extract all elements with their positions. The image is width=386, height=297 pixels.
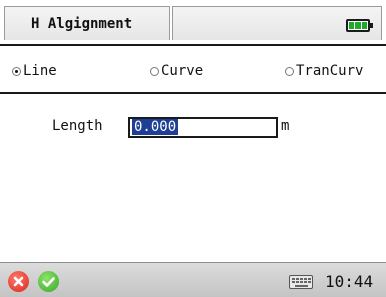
clock: 10:44: [325, 272, 374, 291]
battery-cell: [355, 22, 361, 29]
taskbar: 10:44: [0, 262, 386, 297]
screen: H Algignment Line Curve TranCurv Length …: [0, 0, 386, 297]
ok-check-icon[interactable]: [38, 271, 59, 292]
title-tab: H Algignment: [4, 6, 170, 40]
battery-cell: [361, 22, 367, 29]
length-unit: m: [281, 118, 290, 134]
cancel-x-icon[interactable]: [8, 271, 29, 292]
radio-curve[interactable]: Curve: [150, 63, 203, 79]
radio-trancurv[interactable]: TranCurv: [285, 63, 363, 79]
length-value: 0.000: [132, 119, 179, 135]
length-label: Length: [52, 118, 103, 134]
content-area: Length 0.000 m: [0, 94, 386, 262]
window-title: H Algignment: [31, 15, 133, 32]
radio-selected-icon: [12, 66, 21, 76]
radio-trancurv-label: TranCurv: [296, 63, 364, 79]
radio-line[interactable]: Line: [12, 63, 57, 79]
battery-full-icon: [346, 19, 373, 32]
title-bar: H Algignment: [0, 0, 386, 44]
length-input[interactable]: 0.000: [128, 117, 278, 138]
radio-unselected-icon: [285, 66, 294, 76]
alignment-type-group: Line Curve TranCurv: [0, 44, 386, 94]
radio-curve-label: Curve: [161, 63, 204, 79]
radio-unselected-icon: [150, 66, 159, 76]
battery-cell: [349, 22, 355, 29]
radio-line-label: Line: [23, 63, 57, 79]
keyboard-icon[interactable]: [289, 275, 313, 289]
